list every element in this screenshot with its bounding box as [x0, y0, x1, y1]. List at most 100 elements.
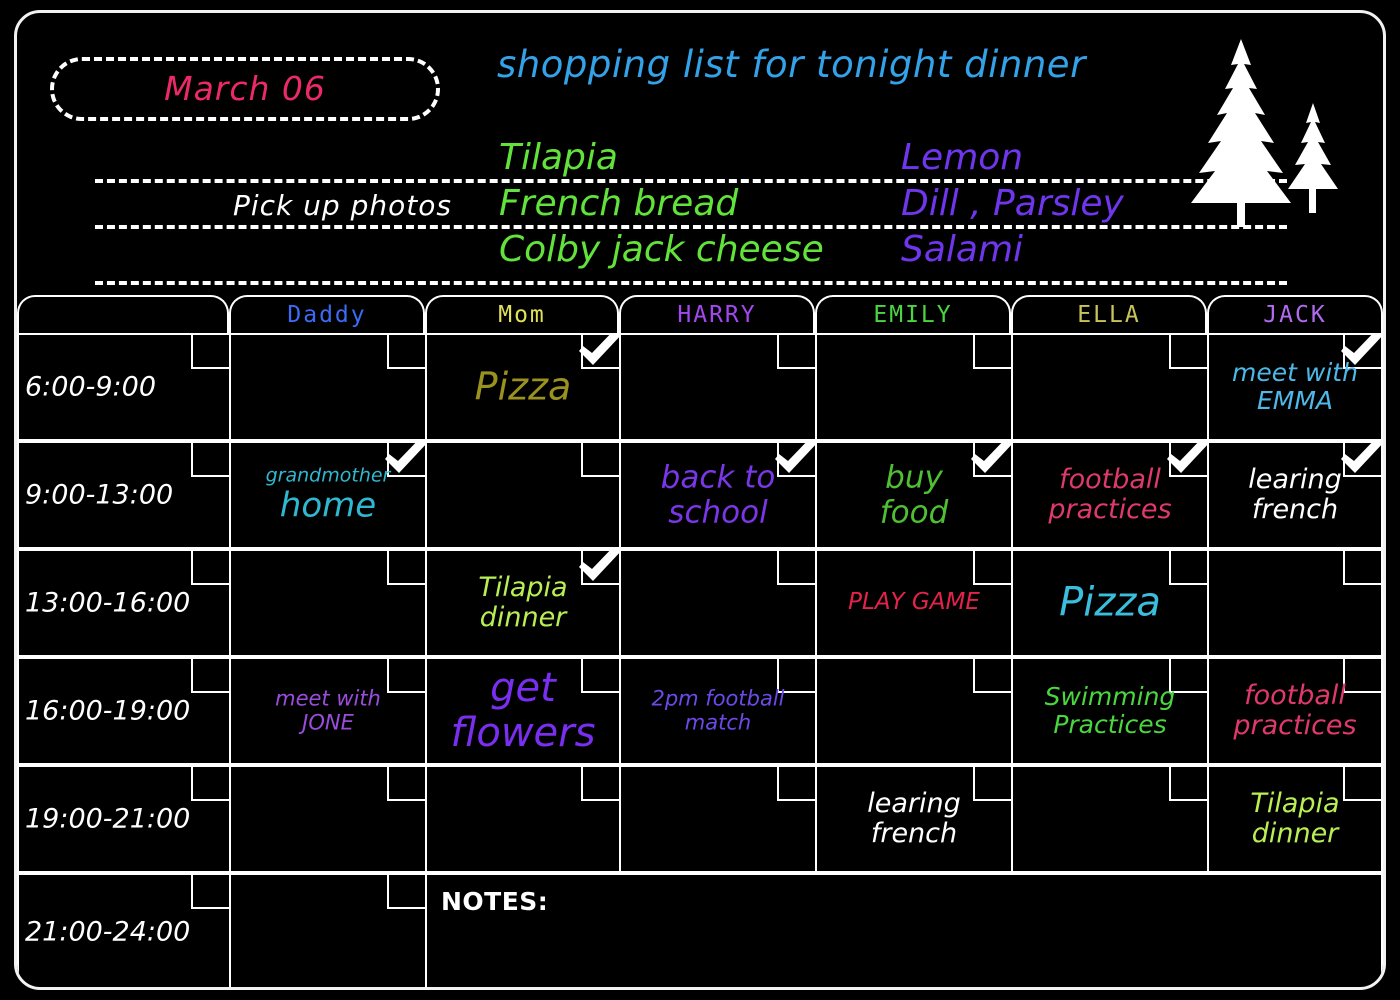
schedule-entry: get flowers [427, 666, 619, 756]
schedule-cell[interactable]: PLAY GAME [815, 549, 1011, 657]
schedule-cell[interactable] [1207, 549, 1383, 657]
column-header-mom[interactable]: Mom [425, 295, 619, 335]
date-label: March 06 [164, 69, 326, 108]
schedule-entry-line: Tilapia [1250, 787, 1340, 819]
schedule-cell[interactable]: Tilapia dinner [425, 549, 619, 657]
schedule-entry: Tilapia dinner [427, 572, 619, 633]
time-slot-label: 13:00-16:00 [25, 587, 191, 619]
schedule-cell[interactable] [229, 549, 425, 657]
cell-checkbox[interactable] [777, 335, 815, 369]
cell-checkbox[interactable] [1169, 767, 1207, 801]
shopping-item[interactable]: Tilapia [499, 135, 824, 181]
schedule-cell[interactable]: football practices [1207, 657, 1383, 765]
schedule-entry-line: dinner [1251, 818, 1339, 849]
notes-cell[interactable]: NOTES: [425, 873, 1383, 987]
column-header-label: Daddy [287, 302, 367, 328]
cell-checkbox[interactable] [387, 335, 425, 369]
schedule-cell[interactable]: Pizza [425, 333, 619, 441]
cell-checkbox[interactable] [191, 443, 229, 477]
time-slot-label: 6:00-9:00 [25, 371, 157, 403]
date-pill[interactable]: March 06 [50, 57, 440, 121]
schedule-entry-line: learing [1248, 463, 1342, 495]
cell-checkbox[interactable] [387, 875, 425, 909]
cell-checkbox[interactable] [1169, 335, 1207, 369]
schedule-cell[interactable]: Swimming Practices [1011, 657, 1207, 765]
schedule-cell[interactable] [619, 765, 815, 873]
schedule-row: 19:00-21:00 learing french Tilapia dinner [17, 765, 1383, 873]
cell-checkbox[interactable] [973, 551, 1011, 585]
cell-checkbox[interactable] [777, 551, 815, 585]
schedule-entry: Swimming Practices [1013, 683, 1207, 739]
schedule-entry-line: Practices [1053, 710, 1167, 739]
cell-checkbox[interactable] [973, 659, 1011, 693]
shopping-item[interactable]: French bread [499, 181, 824, 227]
schedule-cell[interactable]: learing french [815, 765, 1011, 873]
schedule-entry-line: grandmother [265, 464, 391, 487]
cell-checkbox[interactable] [191, 659, 229, 693]
schedule-cell[interactable] [425, 441, 619, 549]
cell-checkbox[interactable] [973, 335, 1011, 369]
cell-checkbox[interactable] [777, 767, 815, 801]
schedule-entry: back to school [621, 460, 815, 529]
shopping-items-column-b: Lemon Dill , Parsley Salami [901, 135, 1124, 273]
schedule-entry-line: buy [885, 459, 943, 496]
column-header-ella[interactable]: ELLA [1011, 295, 1207, 335]
schedule-cell[interactable]: meet with JONE [229, 657, 425, 765]
schedule-cell[interactable]: 2pm football match [619, 657, 815, 765]
schedule-entry-line: match [684, 710, 752, 734]
schedule-entry-line: football [1059, 463, 1161, 495]
schedule-entry-line: practices [1048, 494, 1172, 525]
schedule-cell[interactable] [229, 873, 425, 987]
column-header-harry[interactable]: HARRY [619, 295, 815, 335]
schedule-cell[interactable]: meet with EMMA [1207, 333, 1383, 441]
shopping-item[interactable]: Lemon [901, 135, 1124, 181]
schedule-cell[interactable]: get flowers [425, 657, 619, 765]
schedule-cell[interactable]: Tilapia dinner [1207, 765, 1383, 873]
schedule-entry: buy food [817, 460, 1011, 529]
pickup-note[interactable]: Pick up photos [233, 189, 452, 222]
cell-checkbox[interactable] [191, 767, 229, 801]
schedule-entry-line: EMMA [1256, 386, 1334, 415]
cell-checkbox[interactable] [191, 551, 229, 585]
column-header-label: HARRY [677, 302, 757, 328]
schedule-cell[interactable]: learing french [1207, 441, 1383, 549]
shopping-item[interactable]: Salami [901, 227, 1124, 273]
schedule-cell[interactable] [1011, 765, 1207, 873]
time-slot-label: 9:00-13:00 [25, 479, 174, 511]
schedule-entry-line: french [1251, 494, 1339, 525]
schedule-entry-line: learing [867, 787, 961, 819]
schedule-entry: meet with EMMA [1209, 359, 1381, 415]
shopping-item[interactable]: Dill , Parsley [901, 181, 1124, 227]
cell-checkbox[interactable] [581, 443, 619, 477]
cell-checkbox[interactable] [1343, 551, 1381, 585]
schedule-cell[interactable]: Pizza [1011, 549, 1207, 657]
column-header-emily[interactable]: EMILY [815, 295, 1011, 335]
schedule-entry: Pizza [1013, 580, 1207, 626]
schedule-cell[interactable] [619, 549, 815, 657]
cell-checkbox[interactable] [191, 335, 229, 369]
schedule-entry: football practices [1013, 463, 1207, 525]
schedule-cell[interactable] [815, 657, 1011, 765]
schedule-cell[interactable]: buy food [815, 441, 1011, 549]
schedule-cell[interactable]: football practices [1011, 441, 1207, 549]
column-header-jack[interactable]: JACK [1207, 295, 1383, 335]
schedule-cell[interactable]: grandmother home [229, 441, 425, 549]
chalkboard-planner: March 06 shopping list for tonight dinne… [14, 10, 1386, 990]
schedule-cell[interactable] [1011, 333, 1207, 441]
schedule-cell[interactable]: back to school [619, 441, 815, 549]
cell-checkbox[interactable] [581, 767, 619, 801]
schedule-cell[interactable] [425, 765, 619, 873]
cell-checkbox[interactable] [387, 551, 425, 585]
cell-checkbox[interactable] [387, 767, 425, 801]
column-header-time[interactable] [17, 295, 229, 335]
column-header-row: Daddy Mom HARRY EMILY ELLA JACK [17, 295, 1383, 335]
time-slot-label: 16:00-19:00 [25, 695, 191, 727]
cell-checkbox[interactable] [581, 335, 619, 369]
schedule-cell[interactable] [229, 765, 425, 873]
schedule-cell[interactable] [229, 333, 425, 441]
column-header-daddy[interactable]: Daddy [229, 295, 425, 335]
cell-checkbox[interactable] [191, 875, 229, 909]
shopping-item[interactable]: Colby jack cheese [499, 227, 824, 273]
schedule-cell[interactable] [619, 333, 815, 441]
schedule-cell[interactable] [815, 333, 1011, 441]
